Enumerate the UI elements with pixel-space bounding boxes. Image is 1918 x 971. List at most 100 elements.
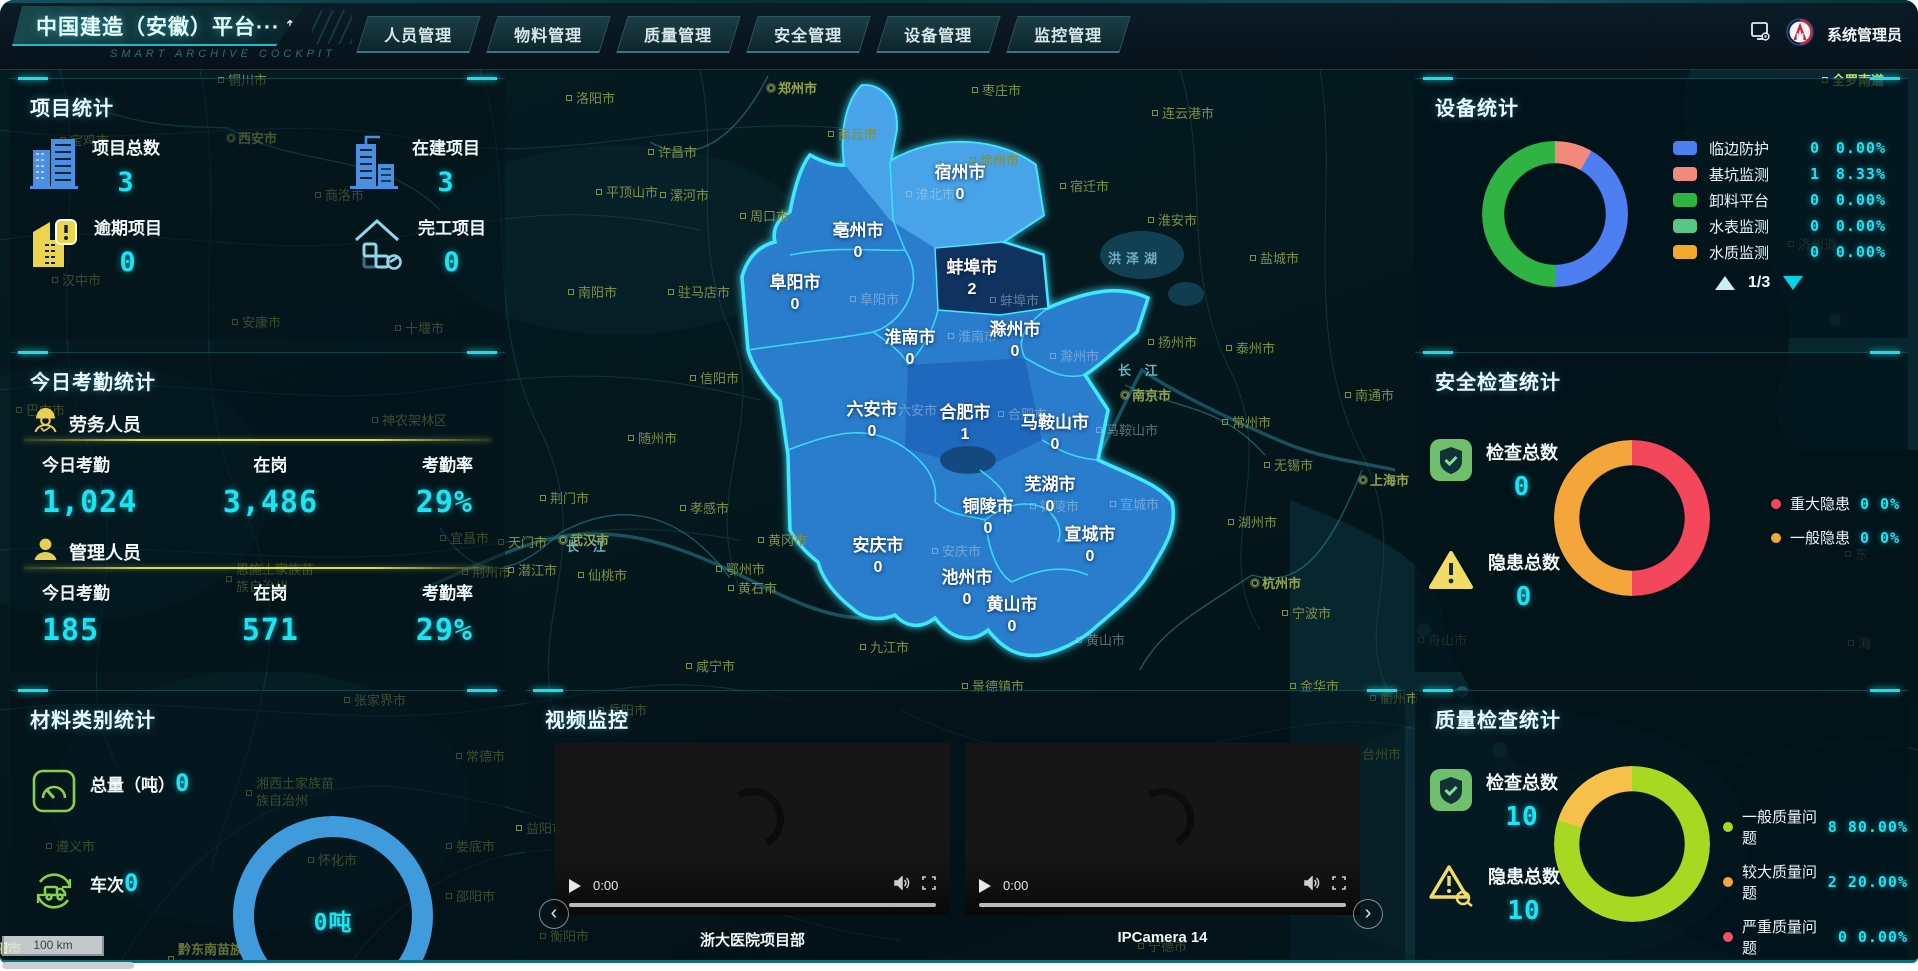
video-controls: 0:00 xyxy=(555,876,950,895)
play-button[interactable] xyxy=(569,879,581,893)
tab-monitor[interactable]: 监控管理 xyxy=(1006,16,1130,53)
stat-value: 3 xyxy=(437,167,454,198)
panel-title: 安全检查统计 xyxy=(1435,366,1561,395)
worker-stats-row: 今日考勤1,024 在岗3,486 考勤率29% xyxy=(10,451,505,520)
legend-row: 较大质量问题220.00% xyxy=(1723,861,1908,903)
legend-row: 临边防护00.00% xyxy=(1673,135,1886,161)
stat-onduty: 在岗571 xyxy=(206,579,335,648)
stat-onduty: 在岗3,486 xyxy=(206,451,335,520)
volume-icon[interactable] xyxy=(1304,876,1320,895)
stat-today: 今日考勤1,024 xyxy=(42,451,206,520)
panel-safety-stats: 安全检查统计 检查总数0 隐患总数0 隐患总数 0 重大隐患00% 一般隐患00… xyxy=(1415,352,1908,672)
user-area: 系统管理员 xyxy=(1749,18,1902,51)
divider-yellow xyxy=(24,439,491,441)
legend-row: 重大隐患00% xyxy=(1771,493,1900,514)
warning-triangle-icon xyxy=(1428,549,1474,612)
page-up-icon[interactable] xyxy=(1715,276,1735,290)
manager-icon xyxy=(32,536,59,567)
video-player-2[interactable]: 0:00 xyxy=(965,743,1360,915)
legend-row: 水表监测00.00% xyxy=(1673,213,1886,239)
panel-project-stats: 项目统计 项目总数3 在建项目3 逾期项目0 完工项目0 xyxy=(10,78,505,340)
video-controls: 0:00 xyxy=(965,876,1360,895)
legend-row: 严重质量问题00.00% xyxy=(1723,916,1908,958)
building-alert-icon xyxy=(30,214,80,278)
worker-helmet-icon xyxy=(32,408,59,439)
stat-project-overdue: 逾期项目0 xyxy=(30,214,162,278)
device-pager: 1/3 xyxy=(1715,274,1803,292)
stat-project-total: 项目总数3 xyxy=(30,134,160,198)
building-icon xyxy=(30,134,78,198)
building-crane-icon xyxy=(350,134,398,198)
quality-donut-chart: 隐患总数 10 xyxy=(1554,766,1710,922)
legend-row: 一般质量问题880.00% xyxy=(1723,806,1908,848)
shield-check-icon xyxy=(1430,769,1472,832)
platform-title-badge: 中国建造（安徽）平台··· ⇅ xyxy=(12,6,304,46)
anhui-province[interactable] xyxy=(742,86,1173,656)
panel-quality-stats: 质量检查统计 检查总数10 隐患总数10 隐患总数 10 一般质量问题880.0… xyxy=(1415,690,1908,962)
stat-project-inprogress: 在建项目3 xyxy=(350,134,480,198)
video-time: 0:00 xyxy=(1003,878,1028,893)
panel-title: 今日考勤统计 xyxy=(30,366,156,395)
page-down-icon[interactable] xyxy=(1783,276,1803,290)
screen-settings-icon[interactable] xyxy=(1749,20,1773,49)
horizontal-scrollbar-thumb[interactable] xyxy=(2,962,134,969)
divider-yellow xyxy=(24,567,491,569)
panel-video-monitor: 视频监控 0:00 xyxy=(525,690,1405,962)
donut-center-label: 隐患总数 xyxy=(1554,824,1710,844)
video-player-1[interactable]: 0:00 xyxy=(555,743,950,915)
stat-material-total: 总量（吨）0 xyxy=(32,769,190,818)
legend-row: 一般隐患00% xyxy=(1771,527,1900,548)
panel-material: 材料类别统计 总量（吨）0 车次0 0吨 xyxy=(10,690,505,962)
loading-spinner-icon xyxy=(1125,781,1201,857)
tab-quality[interactable]: 质量管理 xyxy=(616,16,740,53)
stat-today: 今日考勤185 xyxy=(42,579,206,648)
map-canvas: 铜川市宝鸡市西安市商洛市汉中市安康市十堰市巴中市神农架林区宜昌市荆州市潜江市天门… xyxy=(0,70,1918,963)
legend-row: 水质监测00.00% xyxy=(1673,239,1886,265)
shield-check-icon xyxy=(1430,439,1472,502)
device-donut-chart: 12 设备总数 xyxy=(1482,141,1628,287)
donut-center-value: 10 xyxy=(1554,846,1710,871)
panel-attendance: 今日考勤统计 劳务人员 今日考勤1,024 在岗3,486 考勤率29% 管理人… xyxy=(10,352,505,672)
company-logo-icon[interactable] xyxy=(1786,18,1814,51)
map-scale-bar: 100 km xyxy=(2,936,104,956)
video-progress-bar[interactable] xyxy=(979,903,1346,907)
play-button[interactable] xyxy=(979,879,991,893)
panel-title: 视频监控 xyxy=(545,704,629,733)
stat-truck-count: 车次0 xyxy=(32,869,139,918)
stat-hazard-total: 隐患总数10 xyxy=(1428,863,1560,926)
sort-arrows-icon[interactable]: ⇅ xyxy=(286,17,299,35)
panel-title: 质量检查统计 xyxy=(1435,704,1561,733)
carousel-next-button[interactable]: › xyxy=(1353,899,1383,929)
fullscreen-icon[interactable] xyxy=(922,876,936,895)
material-donut-chart: 0吨 xyxy=(233,816,433,963)
donut-center-label: 隐患总数 xyxy=(1554,498,1710,518)
truck-cycle-icon xyxy=(32,869,76,918)
safety-donut-chart: 隐患总数 0 xyxy=(1554,440,1710,596)
page-indicator: 1/3 xyxy=(1748,274,1770,292)
group-workers: 劳务人员 xyxy=(32,408,141,439)
donut-center-value: 0吨 xyxy=(254,903,412,937)
donut-center-value: 12 xyxy=(1482,185,1628,213)
legend-row: 基坑监测18.33% xyxy=(1673,161,1886,187)
tab-personnel[interactable]: 人员管理 xyxy=(356,16,480,53)
donut-center-value: 0 xyxy=(1554,520,1710,545)
header-decor-slashes xyxy=(312,10,352,44)
device-legend: 临边防护00.00% 基坑监测18.33% 卸料平台00.00% 水表监测00.… xyxy=(1673,135,1886,265)
video-caption-1: 浙大医院项目部 xyxy=(555,929,950,950)
fullscreen-icon[interactable] xyxy=(1332,876,1346,895)
platform-title: 中国建造（安徽）平台··· xyxy=(36,11,280,41)
tab-material[interactable]: 物料管理 xyxy=(486,16,610,53)
tab-safety[interactable]: 安全管理 xyxy=(746,16,870,53)
user-name[interactable]: 系统管理员 xyxy=(1827,24,1902,45)
stat-project-complete: 完工项目0 xyxy=(350,214,486,278)
safety-legend: 重大隐患00% 一般隐患00% xyxy=(1771,493,1900,548)
carousel-prev-button[interactable]: ‹ xyxy=(539,899,569,929)
video-progress-bar[interactable] xyxy=(569,903,936,907)
volume-icon[interactable] xyxy=(894,876,910,895)
smart-cockpit-page: 中国建造（安徽）平台··· ⇅ SMART ARCHIVE COCKPIT 人员… xyxy=(0,0,1918,971)
stat-rate: 考勤率29% xyxy=(335,579,473,648)
group-managers: 管理人员 xyxy=(32,536,141,567)
panel-title: 设备统计 xyxy=(1435,92,1519,121)
video-caption-2: IPCamera 14 xyxy=(965,929,1360,946)
tab-device[interactable]: 设备管理 xyxy=(876,16,1000,53)
